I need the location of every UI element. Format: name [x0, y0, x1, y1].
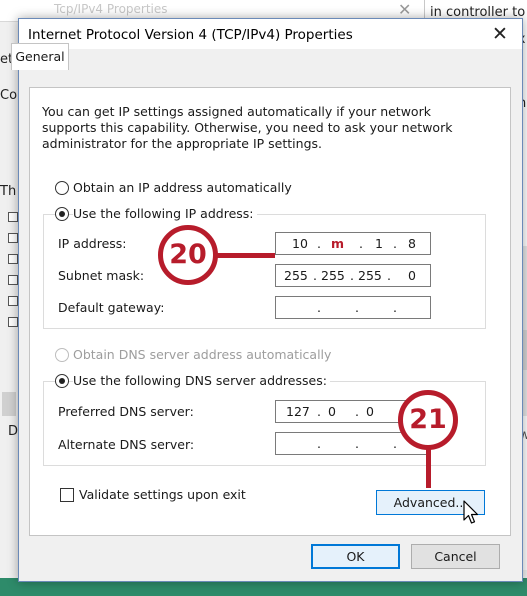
ip-octet: 1 — [375, 236, 383, 251]
ip-octet: 8 — [408, 236, 416, 251]
background-close-icon[interactable]: ✕ — [398, 0, 411, 19]
background-left-text: Co — [0, 88, 18, 103]
cancel-button[interactable]: Cancel — [411, 544, 500, 569]
subnet-octet: 255 — [321, 268, 345, 283]
close-icon[interactable]: ✕ — [485, 21, 515, 47]
callout-badge: 20 — [158, 225, 218, 285]
dns-auto-radio[interactable] — [55, 348, 69, 362]
description-text: You can get IP settings assigned automat… — [42, 104, 453, 151]
ip-auto-label[interactable]: Obtain an IP address automatically — [73, 180, 292, 195]
subnet-octet: 255 — [358, 268, 382, 283]
ip-address-field[interactable]: 10 . m . 1 . 8 — [275, 232, 431, 255]
default-gateway-label: Default gateway: — [58, 300, 165, 315]
background-button[interactable] — [2, 392, 16, 416]
callout-badge: 21 — [398, 390, 458, 450]
dialog-title-bar: Internet Protocol Version 4 (TCP/IPv4) P… — [19, 19, 522, 49]
dns-octet: 127 — [286, 404, 310, 419]
callout-connector-line — [426, 448, 431, 488]
subnet-octet: 255 — [284, 268, 308, 283]
validate-label[interactable]: Validate settings upon exit — [79, 487, 246, 502]
background-checkbox[interactable] — [8, 233, 18, 243]
background-left-text: Th — [0, 184, 17, 199]
subnet-octet: 0 — [408, 268, 416, 283]
ip-manual-radio[interactable] — [55, 207, 69, 221]
background-checkbox[interactable] — [8, 275, 18, 285]
background-checkbox[interactable] — [8, 254, 18, 264]
mouse-pointer-icon — [463, 500, 479, 524]
dns-octet: 0 — [328, 404, 336, 419]
subnet-mask-label: Subnet mask: — [58, 268, 145, 283]
background-checkbox-list — [8, 212, 18, 338]
background-window-title: Tcp/IPv4 Properties — [54, 2, 168, 16]
callout-connector-line — [212, 253, 275, 258]
ip-auto-radio[interactable] — [55, 181, 69, 195]
validate-checkbox[interactable] — [60, 488, 74, 502]
ip-address-label: IP address: — [58, 236, 127, 251]
dialog-title: Internet Protocol Version 4 (TCP/IPv4) P… — [28, 27, 353, 43]
background-checkbox[interactable] — [8, 212, 18, 222]
ip-octet: m — [331, 236, 345, 251]
ok-button[interactable]: OK — [311, 544, 400, 569]
background-checkbox[interactable] — [8, 296, 18, 306]
dns-auto-label[interactable]: Obtain DNS server address automatically — [73, 347, 331, 362]
dns-manual-radio[interactable] — [55, 374, 69, 388]
ip-manual-label[interactable]: Use the following IP address: — [73, 206, 257, 221]
dns-octet: 0 — [366, 404, 374, 419]
dns-manual-label[interactable]: Use the following DNS server addresses: — [73, 373, 330, 388]
tab-general[interactable]: General — [11, 43, 69, 70]
background-checkbox[interactable] — [8, 317, 18, 327]
background-left-text: D — [8, 424, 19, 439]
default-gateway-field[interactable]: . . . — [275, 296, 431, 319]
preferred-dns-label: Preferred DNS server: — [58, 404, 194, 419]
subnet-mask-field[interactable]: 255 . 255 . 255 . 0 — [275, 264, 431, 287]
ip-octet: 10 — [292, 236, 308, 251]
alternate-dns-label: Alternate DNS server: — [58, 437, 195, 452]
